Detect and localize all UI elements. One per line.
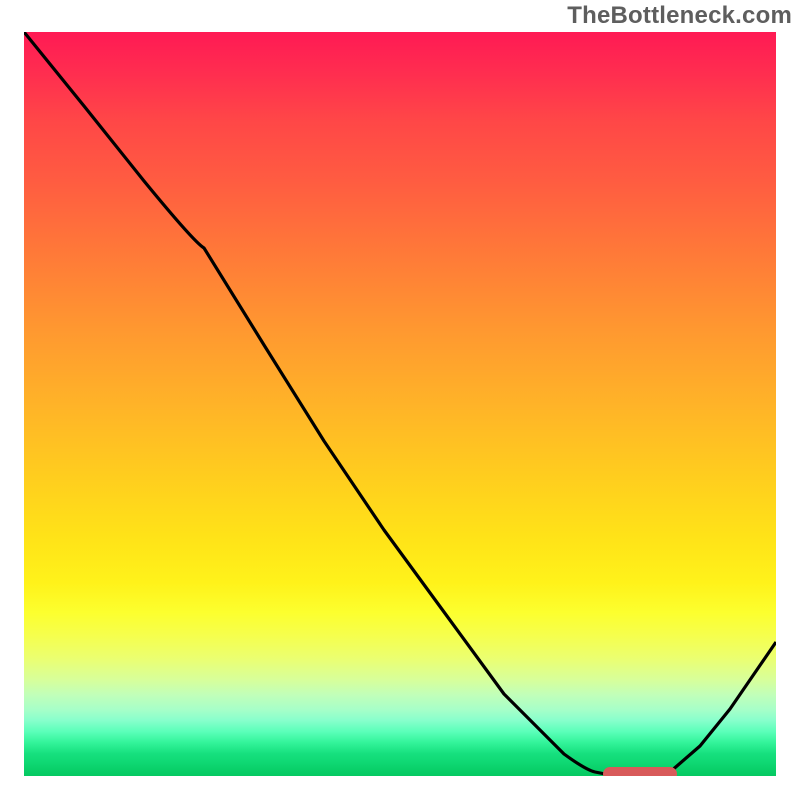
bottleneck-curve bbox=[24, 32, 776, 776]
gradient-panel bbox=[24, 32, 776, 776]
chart-stage: TheBottleneck.com bbox=[0, 0, 800, 800]
chart-svg bbox=[24, 32, 776, 776]
watermark-text: TheBottleneck.com bbox=[567, 2, 792, 30]
